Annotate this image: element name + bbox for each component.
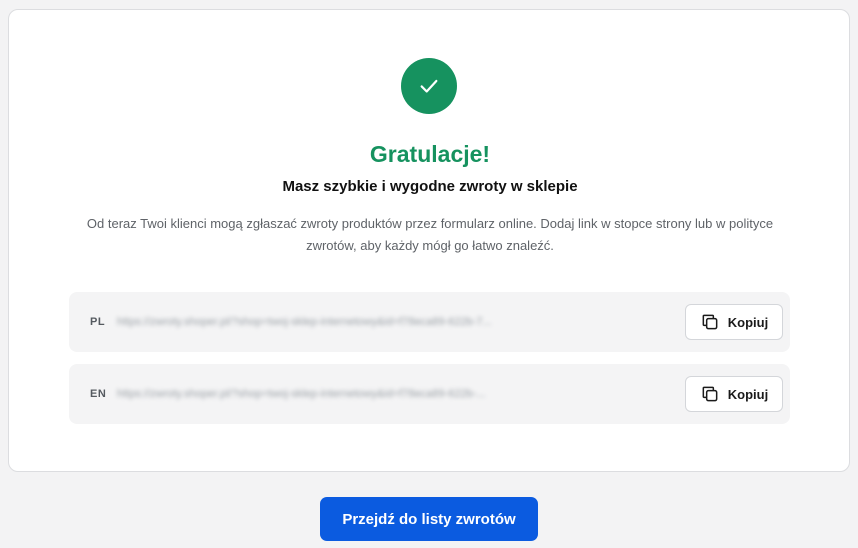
- language-code: EN: [90, 388, 107, 400]
- copy-en-button[interactable]: Kopiuj: [685, 376, 783, 412]
- go-to-returns-list-button[interactable]: Przejdź do listy zwrotów: [320, 497, 538, 541]
- success-subtitle: Masz szybkie i wygodne zwroty w sklepie: [282, 178, 578, 195]
- success-badge: [401, 58, 457, 114]
- success-description: Od teraz Twoi klienci mogą zgłaszać zwro…: [86, 216, 774, 253]
- check-icon: [418, 75, 440, 97]
- success-title: Gratulacje!: [369, 141, 491, 167]
- return-form-url: https://zwroty.shoper.pl/?shop=twoj-skle…: [117, 388, 486, 400]
- copy-icon: [700, 384, 720, 404]
- success-card: Gratulacje! Masz szybkie i wygodne zwrot…: [8, 9, 850, 472]
- return-form-url: https://zwroty.shoper.pl/?shop=twoj-skle…: [117, 316, 492, 328]
- link-row-pl: PL https://zwroty.shoper.pl/?shop=twoj-s…: [69, 292, 790, 352]
- language-code: PL: [90, 316, 106, 328]
- copy-pl-button[interactable]: Kopiuj: [685, 304, 783, 340]
- copy-label: Kopiuj: [727, 386, 769, 402]
- copy-icon: [700, 312, 720, 332]
- copy-label: Kopiuj: [727, 314, 769, 330]
- link-row-en: EN https://zwroty.shoper.pl/?shop=twoj-s…: [69, 364, 790, 424]
